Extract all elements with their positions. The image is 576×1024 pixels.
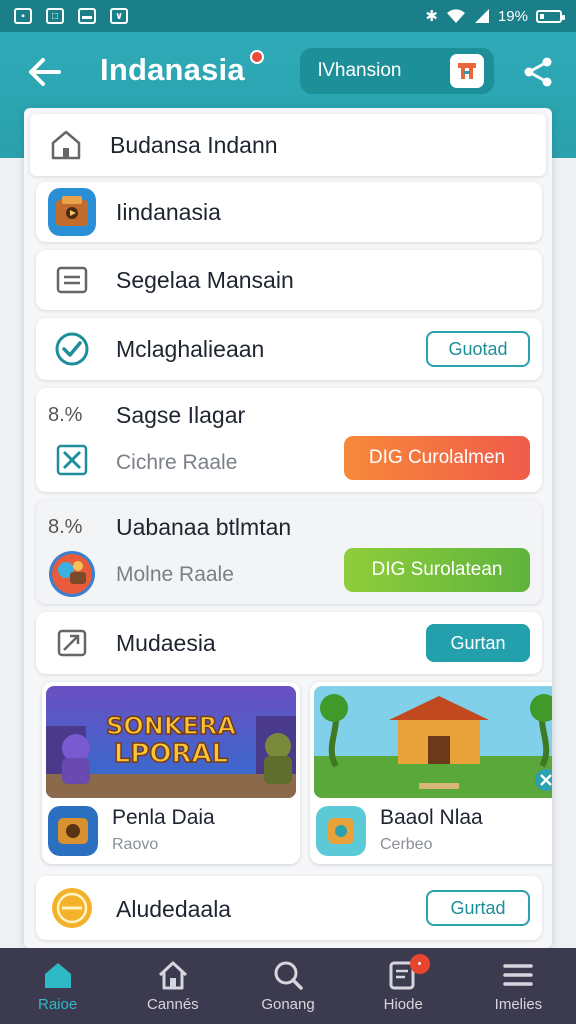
page-title: Indanasia	[100, 52, 245, 87]
row-label: Segelaa Mansain	[116, 267, 294, 293]
row-action-button[interactable]: DIG Surolatean	[344, 548, 530, 592]
header-search-field[interactable]: lVhansion	[300, 48, 494, 94]
row-label: Mudaesia	[116, 630, 216, 656]
bluetooth-icon: ✱	[425, 8, 438, 25]
check-circle-icon	[48, 325, 96, 373]
share-button[interactable]	[518, 52, 558, 92]
notification-dot	[250, 50, 264, 64]
banner-title-1: SONKERA	[106, 712, 236, 740]
flag-icon[interactable]	[450, 54, 484, 88]
list-item[interactable]: Budansa Indann	[30, 114, 546, 176]
game-character-icon	[48, 550, 96, 598]
checkbox-x-icon[interactable]	[48, 436, 96, 484]
game-card[interactable]: Baaol Nlaa Cerbeo	[310, 682, 552, 864]
notification-badge: •	[409, 954, 430, 974]
game-card[interactable]: SONKERA LPORAL Penla Daia Raovo	[42, 682, 300, 864]
list-item[interactable]: 8.% Uabanaa btlmtan Molne Raale DIG Suro…	[36, 500, 542, 604]
search-value: lVhansion	[318, 60, 402, 81]
game-name: Baaol Nlaa	[380, 806, 483, 829]
battery-percent: 19%	[497, 7, 528, 25]
row-label: Iindanasia	[116, 199, 221, 225]
menu-icon	[503, 964, 534, 986]
row-percent: 8.%	[48, 516, 83, 538]
status-system: ✱ 19%	[425, 7, 565, 25]
app-thumbnail-icon	[48, 188, 96, 236]
nav-label: Cannés	[146, 996, 199, 1013]
arrow-left-icon	[29, 58, 61, 86]
bottom-navigation: Raioe Cannés Gonang • Hiode Imelies	[0, 948, 576, 1024]
nav-home[interactable]: Raioe	[0, 948, 115, 1024]
search-icon	[274, 961, 303, 990]
row-label: Uabanaa btlmtan	[116, 514, 292, 540]
app-icon: ∨	[110, 8, 128, 24]
game-name: Penla Daia	[112, 806, 215, 829]
share-icon	[524, 57, 552, 87]
status-notifications: ▪ □ ▬ ∨	[14, 8, 128, 24]
row-action-button[interactable]: DIG Curolalmen	[344, 436, 530, 480]
wifi-icon	[446, 9, 465, 23]
list-item[interactable]: 8.% Sagse Ilagar Cichre Raale DIG Curola…	[36, 388, 542, 492]
row-label: Sagse Ilagar	[116, 402, 246, 428]
game-icon	[48, 806, 98, 856]
image-icon: ▬	[78, 8, 96, 24]
nav-notes[interactable]: • Hiode	[346, 948, 461, 1024]
banner-title-2: LPORAL	[114, 739, 228, 769]
game-banner-image: SONKERA LPORAL	[46, 686, 296, 798]
home-outline-icon	[42, 121, 90, 169]
nav-label: Imelies	[494, 996, 543, 1013]
house-icon	[158, 961, 187, 990]
row-sublabel: Molne Raale	[116, 563, 234, 586]
game-icon	[316, 806, 366, 856]
message-icon: □	[46, 8, 64, 24]
coin-icon	[48, 884, 96, 932]
signal-icon	[474, 9, 489, 23]
row-label: Mclaghalieaan	[116, 336, 265, 362]
battery-icon	[536, 9, 565, 23]
list-item[interactable]: Mclaghalieaan Guotad	[36, 318, 542, 380]
notification-icon: ▪	[14, 8, 32, 24]
row-action-button[interactable]: Gurtan	[426, 624, 530, 662]
row-label: Budansa Indann	[110, 132, 278, 158]
status-bar: ▪ □ ▬ ∨ ✱ 19%	[0, 0, 576, 32]
row-action-button[interactable]: Gurtad	[426, 890, 530, 926]
nav-search[interactable]: Gonang	[230, 948, 345, 1024]
nav-label: Raioe	[38, 996, 78, 1013]
game-banner-image	[314, 686, 552, 798]
row-percent: 8.%	[48, 404, 83, 426]
back-button[interactable]	[24, 52, 64, 92]
crop-icon	[48, 619, 96, 667]
row-label: Aludedaala	[116, 896, 232, 922]
row-action-button[interactable]: Guotad	[426, 331, 530, 367]
nav-label: Gonang	[261, 996, 315, 1013]
nav-label: Hiode	[383, 996, 423, 1013]
list-item[interactable]: Iindanasia	[36, 182, 542, 242]
list-item[interactable]: Aludedaala Gurtad	[36, 876, 542, 940]
list-item[interactable]: Mudaesia Gurtan	[36, 612, 542, 674]
main-panel: Budansa Indann Iindanasia Segelaa Mansai…	[24, 108, 552, 948]
home-icon	[44, 963, 71, 988]
nav-games[interactable]: Cannés	[115, 948, 230, 1024]
document-icon	[48, 256, 96, 304]
nav-menu[interactable]: Imelies	[461, 948, 576, 1024]
list-item[interactable]: Segelaa Mansain	[36, 250, 542, 310]
game-category: Raovo	[112, 836, 159, 853]
row-sublabel: Cichre Raale	[116, 451, 238, 474]
game-category: Cerbeo	[380, 836, 433, 853]
